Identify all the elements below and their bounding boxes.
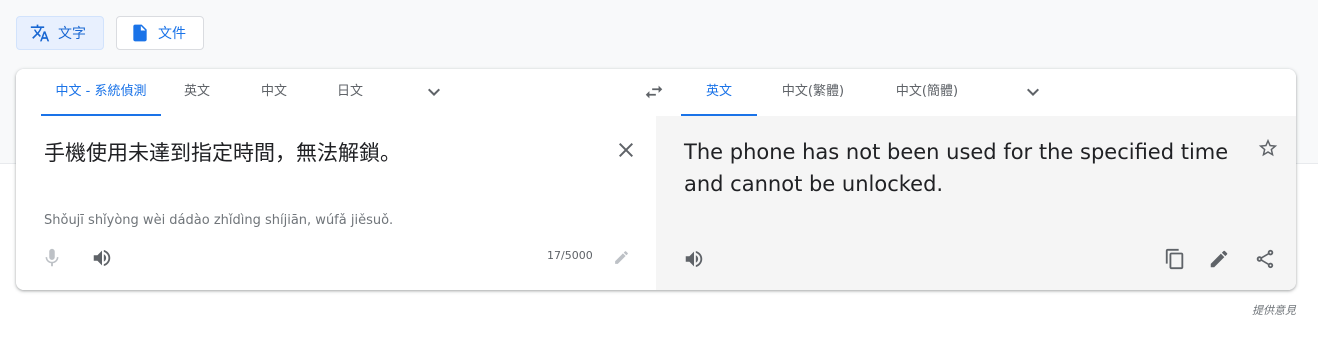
speaker-icon (683, 248, 705, 270)
tab-source-chinese[interactable]: 中文 (253, 69, 295, 115)
listen-translation-button[interactable] (682, 247, 706, 271)
voice-input-button[interactable] (40, 246, 64, 270)
translation-card: 中文 - 系統偵測 英文 中文 日文 英文 中文(繁體) 中文(簡體) 手機使用… (16, 69, 1296, 290)
swap-icon (643, 81, 665, 103)
speaker-icon (91, 247, 113, 269)
language-bar: 中文 - 系統偵測 英文 中文 日文 英文 中文(繁體) 中文(簡體) (16, 69, 1296, 117)
copy-icon (1164, 248, 1186, 270)
microphone-icon (41, 247, 63, 269)
listen-source-button[interactable] (90, 246, 114, 270)
tab-target-english[interactable]: 英文 (681, 69, 757, 116)
source-text-input[interactable]: 手機使用未達到指定時間，無法解鎖。 (44, 138, 604, 168)
document-mode-label: 文件 (158, 26, 186, 42)
clear-source-button[interactable] (614, 138, 638, 162)
translate-icon (30, 23, 50, 43)
text-mode-label: 文字 (58, 26, 86, 42)
tab-target-simplified-chinese[interactable]: 中文(簡體) (892, 69, 962, 115)
tab-target-traditional-chinese[interactable]: 中文(繁體) (778, 69, 848, 115)
close-icon (614, 138, 638, 162)
source-more-languages-button[interactable] (422, 80, 446, 104)
share-icon (1254, 248, 1276, 270)
share-translation-button[interactable] (1253, 247, 1277, 271)
document-mode-button[interactable]: 文件 (116, 16, 204, 50)
tab-source-japanese[interactable]: 日文 (329, 69, 371, 115)
chevron-down-icon (1021, 80, 1045, 104)
tab-source-detect[interactable]: 中文 - 系統偵測 (41, 69, 161, 116)
chevron-down-icon (422, 80, 446, 104)
pencil-icon (1208, 248, 1230, 270)
source-panel: 手機使用未達到指定時間，無法解鎖。 Shǒujī shǐyòng wèi dád… (16, 116, 656, 290)
text-mode-button[interactable]: 文字 (16, 16, 104, 50)
swap-languages-button[interactable] (642, 80, 666, 104)
tab-source-english[interactable]: 英文 (176, 69, 218, 115)
pencil-icon (613, 249, 630, 266)
star-icon (1257, 137, 1279, 159)
send-feedback-link[interactable]: 提供意見 (1252, 302, 1296, 318)
source-romanization: Shǒujī shǐyòng wèi dádào zhǐdìng shíjiān… (44, 213, 394, 228)
character-count: 17/5000 (547, 249, 593, 262)
target-more-languages-button[interactable] (1021, 80, 1045, 104)
save-translation-button[interactable] (1256, 136, 1280, 160)
document-icon (130, 23, 150, 43)
translation-output: The phone has not been used for the spec… (684, 140, 1229, 196)
copy-translation-button[interactable] (1163, 247, 1187, 271)
target-panel: The phone has not been used for the spec… (656, 116, 1296, 290)
handwriting-button[interactable] (612, 248, 630, 266)
edit-translation-button[interactable] (1207, 247, 1231, 271)
